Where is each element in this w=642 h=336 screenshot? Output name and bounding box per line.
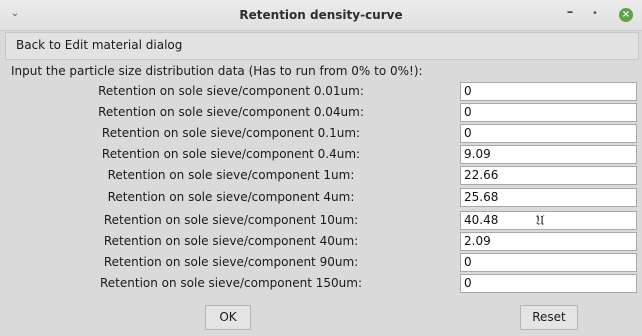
retention-label: Retention on sole sieve/component 10um: <box>103 213 359 227</box>
reset-button[interactable]: Reset <box>520 305 578 330</box>
title-bar[interactable]: ⌄ Retention density-curve – • × <box>0 0 642 31</box>
retention-row-4um: Retention on sole sieve/component 4um: 2… <box>0 188 642 208</box>
retention-input-0-1um[interactable]: 0 <box>460 124 637 143</box>
retention-row-10um: Retention on sole sieve/component 10um: … <box>0 211 642 231</box>
retention-row-0-04um: Retention on sole sieve/component 0.04um… <box>0 103 642 123</box>
retention-input-4um[interactable]: 25.68 <box>460 188 637 207</box>
retention-label: Retention on sole sieve/component 150um: <box>99 276 362 290</box>
retention-input-90um[interactable]: 0 <box>460 253 637 272</box>
maximize-icon[interactable]: • <box>589 6 601 22</box>
retention-label: Retention on sole sieve/component 0.4um: <box>101 147 361 161</box>
close-icon[interactable]: × <box>619 8 633 22</box>
retention-row-0-01um: Retention on sole sieve/component 0.01um… <box>0 82 642 102</box>
retention-input-150um[interactable]: 0 <box>460 274 637 293</box>
retention-label: Retention on sole sieve/component 0.1um: <box>101 126 361 140</box>
ok-button[interactable]: OK <box>205 305 251 330</box>
retention-row-150um: Retention on sole sieve/component 150um:… <box>0 274 642 294</box>
text-cursor-icon: 𝔘 <box>535 213 545 229</box>
instruction-text: Input the particle size distribution dat… <box>11 64 423 78</box>
retention-row-1um: Retention on sole sieve/component 1um: 2… <box>0 166 642 186</box>
retention-row-90um: Retention on sole sieve/component 90um: … <box>0 253 642 273</box>
retention-input-40um[interactable]: 2.09 <box>460 232 637 251</box>
retention-label: Retention on sole sieve/component 90um: <box>103 255 359 269</box>
retention-row-40um: Retention on sole sieve/component 40um: … <box>0 232 642 252</box>
retention-input-10um[interactable]: 40.48 <box>460 211 637 230</box>
retention-input-0-4um[interactable]: 9.09 <box>460 145 637 164</box>
retention-row-0-4um: Retention on sole sieve/component 0.4um:… <box>0 145 642 165</box>
retention-label: Retention on sole sieve/component 1um: <box>107 168 355 182</box>
retention-row-0-1um: Retention on sole sieve/component 0.1um:… <box>0 124 642 144</box>
minimize-icon[interactable]: – <box>564 6 576 22</box>
back-to-edit-material-button[interactable]: Back to Edit material dialog <box>5 32 639 60</box>
retention-label: Retention on sole sieve/component 40um: <box>103 234 359 248</box>
retention-label: Retention on sole sieve/component 0.04um… <box>98 105 364 119</box>
retention-input-1um[interactable]: 22.66 <box>460 166 637 185</box>
retention-input-0-01um[interactable]: 0 <box>460 82 637 101</box>
window-title: Retention density-curve <box>239 8 403 22</box>
retention-label: Retention on sole sieve/component 4um: <box>107 190 355 204</box>
retention-density-curve-window: ⌄ Retention density-curve – • × Back to … <box>0 0 642 336</box>
back-to-edit-material-label: Back to Edit material dialog <box>16 38 183 52</box>
retention-input-0-04um[interactable]: 0 <box>460 103 637 122</box>
retention-label: Retention on sole sieve/component 0.01um… <box>98 84 364 98</box>
